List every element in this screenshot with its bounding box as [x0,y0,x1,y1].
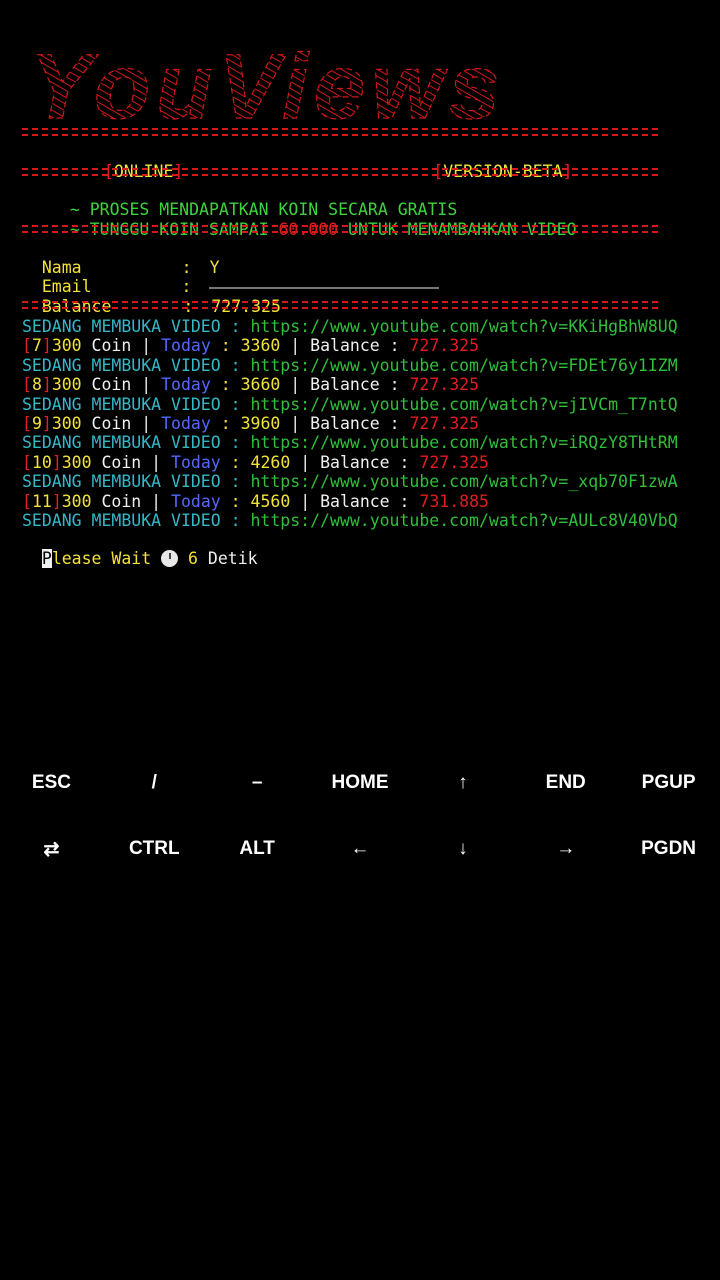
esc-key[interactable]: ESC [0,750,103,816]
entry-number: 11 [31,491,52,511]
today-coins: 4560 [250,491,291,511]
log-opening-line: SEDANG MEMBUKA VIDEO : https://www.youtu… [22,433,678,452]
entry-number: 9 [31,414,42,433]
today-label: Today [171,452,221,472]
right-arrow-key[interactable]: → [514,816,617,882]
today-coins: 4260 [250,452,291,472]
ctrl-key[interactable]: CTRL [103,816,206,882]
coins-earned: 300 [61,452,92,472]
entry-number: 8 [31,375,42,395]
today-coins: 3960 [240,414,281,433]
separator [22,168,658,176]
pgup-key[interactable]: PGUP [617,750,720,816]
separator [22,128,658,136]
app-banner: YouViews [29,38,506,128]
entry-number: 10 [31,452,52,472]
log-opening-line: SEDANG MEMBUKA VIDEO : https://www.youtu… [22,317,678,336]
end-key[interactable]: END [514,750,617,816]
entry-balance: 727.325 [419,452,489,472]
alt-key[interactable]: ALT [206,816,309,882]
opening-label: SEDANG MEMBUKA VIDEO : [22,317,251,336]
terminal-cursor: P [41,549,52,568]
video-url: https://www.youtube.com/watch?v=KKiHgBhW… [250,317,678,336]
coins-earned: 300 [51,375,82,395]
coins-earned: 300 [51,336,82,356]
up-arrow-key[interactable]: ↑ [411,750,514,816]
tab-key[interactable]: ⇄ [0,816,103,882]
entry-balance: 727.325 [409,336,480,356]
separator [22,225,658,233]
wait-seconds: 6 [188,549,198,568]
video-url: https://www.youtube.com/watch?v=jIVCm_T7… [250,394,678,414]
log-opening-line: SEDANG MEMBUKA VIDEO : https://www.youtu… [22,472,678,491]
entry-number: 7 [31,336,42,356]
video-url: https://www.youtube.com/watch?v=iRQzY8TH… [250,433,678,453]
log-coin-line: [10]300 Coin | Today : 4260 | Balance : … [22,452,489,472]
coins-earned: 300 [61,491,92,511]
opening-label: SEDANG MEMBUKA VIDEO : [22,433,251,453]
today-label: Today [161,375,211,395]
home-key[interactable]: HOME [309,750,412,816]
today-label: Today [161,414,211,433]
extra-keys-row-2: ⇄ CTRL ALT ← ↓ → PGDN [0,816,720,882]
extra-keys-row-1: ESC / – HOME ↑ END PGUP [0,750,720,816]
log-coin-line: [8]300 Coin | Today : 3660 | Balance : 7… [22,375,480,395]
svg-text:YouViews: YouViews [30,38,506,128]
log-opening-line: SEDANG MEMBUKA VIDEO : https://www.youtu… [22,395,678,414]
left-arrow-key[interactable]: ← [309,816,412,882]
opening-label: SEDANG MEMBUKA VIDEO : [22,472,251,492]
info-line-2: ~ TUNGGU KOIN SAMPAI 60.000 UNTUK MENAMB… [69,220,577,239]
separator [22,301,658,309]
log-coin-line: [7]300 Coin | Today : 3360 | Balance : 7… [22,336,480,356]
log-opening-line: SEDANG MEMBUKA VIDEO : https://www.youtu… [22,356,678,375]
account-balance-row: Balance:727.325 [41,297,281,316]
entry-balance: 727.325 [409,414,480,433]
opening-label: SEDANG MEMBUKA VIDEO : [22,355,251,375]
video-url: https://www.youtube.com/watch?v=AULc8V40… [250,511,678,530]
video-url: https://www.youtube.com/watch?v=FDEt76y1… [250,355,678,375]
slash-key[interactable]: / [103,750,206,816]
wait-line: Please Wait 6 Detik [41,549,258,568]
entry-balance: 731.885 [419,491,489,511]
down-arrow-key[interactable]: ↓ [411,816,514,882]
clock-icon [161,550,179,567]
today-coins: 3360 [240,336,281,356]
today-label: Today [161,336,211,356]
opening-label: SEDANG MEMBUKA VIDEO : [22,394,251,414]
pgdn-key[interactable]: PGDN [617,816,720,882]
coins-earned: 300 [51,414,82,433]
log-opening-line: SEDANG MEMBUKA VIDEO : https://www.youtu… [22,511,678,530]
dash-key[interactable]: – [206,750,309,816]
opening-label: SEDANG MEMBUKA VIDEO : [22,511,251,530]
video-url: https://www.youtube.com/watch?v=_xqb70F1… [250,472,678,492]
today-label: Today [171,491,221,511]
log-coin-line: [9]300 Coin | Today : 3960 | Balance : 7… [22,414,480,433]
today-coins: 3660 [240,375,281,395]
entry-balance: 727.325 [409,375,480,395]
log-coin-line: [11]300 Coin | Today : 4560 | Balance : … [22,491,489,511]
